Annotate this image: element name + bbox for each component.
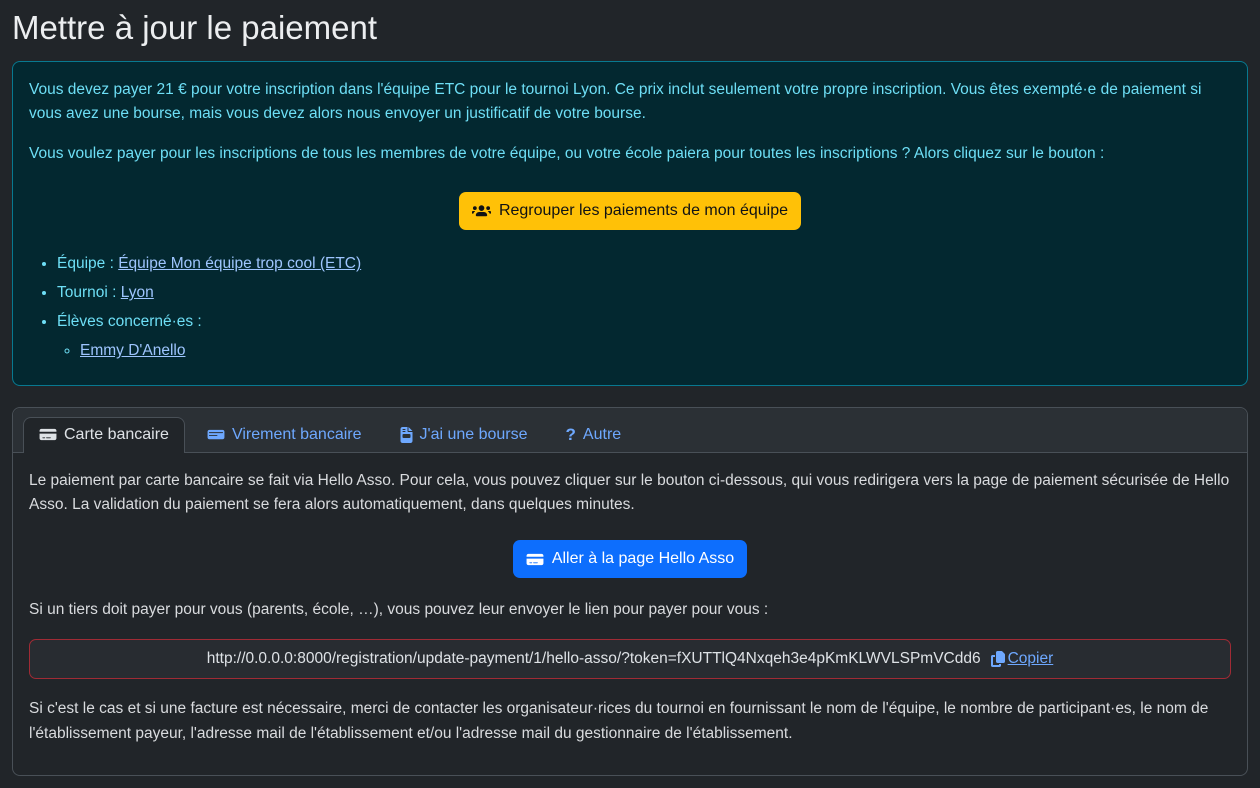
tab-panel-carte-bancaire: Le paiement par carte bancaire se fait v…: [13, 453, 1247, 775]
list-item-tournament: Tournoi : Lyon: [57, 281, 1231, 305]
info-alert: Vous devez payer 21 € pour votre inscrip…: [12, 61, 1248, 386]
money-check-icon: [207, 427, 225, 442]
tab-label: Carte bancaire: [64, 426, 169, 444]
tab-label: Autre: [583, 426, 621, 444]
list-item-students: Élèves concerné·es : Emmy D'Anello: [57, 310, 1231, 363]
team-label: Équipe :: [57, 255, 114, 272]
payment-link-url: http://0.0.0.0:8000/registration/update-…: [207, 650, 981, 668]
question-icon: ?: [566, 426, 576, 443]
tab-label: J'ai une bourse: [420, 426, 528, 444]
payment-methods-card: Carte bancaire Virement bancaire J'ai un…: [12, 407, 1248, 776]
credit-card-icon: [39, 427, 57, 442]
payment-tabs: Carte bancaire Virement bancaire J'ai un…: [13, 408, 1247, 453]
helloasso-button[interactable]: Aller à la page Hello Asso: [513, 540, 747, 578]
tab-autre[interactable]: ? Autre: [550, 417, 638, 453]
students-sub-list: Emmy D'Anello: [57, 339, 1231, 363]
credit-card-icon: [526, 552, 544, 567]
students-label: Élèves concerné·es :: [57, 313, 202, 330]
page-title: Mettre à jour le paiement: [12, 9, 1248, 47]
tournament-link[interactable]: Lyon: [121, 284, 154, 301]
team-link[interactable]: Équipe Mon équipe trop cool (ETC): [118, 255, 361, 272]
helloasso-paragraph: Le paiement par carte bancaire se fait v…: [29, 469, 1231, 519]
file-invoice-icon: [400, 427, 413, 443]
payment-link-box: http://0.0.0.0:8000/registration/update-…: [29, 639, 1231, 679]
tournament-label: Tournoi :: [57, 284, 116, 301]
tab-carte-bancaire[interactable]: Carte bancaire: [23, 417, 185, 453]
alert-paragraph-price: Vous devez payer 21 € pour votre inscrip…: [29, 78, 1231, 126]
student-link[interactable]: Emmy D'Anello: [80, 342, 185, 359]
student-item: Emmy D'Anello: [80, 339, 1231, 363]
list-item-team: Équipe : Équipe Mon équipe trop cool (ET…: [57, 252, 1231, 276]
copy-link[interactable]: Copier: [991, 650, 1054, 668]
group-payments-button[interactable]: Regrouper les paiements de mon équipe: [459, 192, 801, 230]
alert-paragraph-group: Vous voulez payer pour les inscriptions …: [29, 142, 1231, 166]
tab-bourse[interactable]: J'ai une bourse: [384, 417, 544, 453]
helloasso-button-label: Aller à la page Hello Asso: [552, 548, 734, 570]
tab-virement-bancaire[interactable]: Virement bancaire: [191, 417, 378, 453]
users-icon: [472, 203, 491, 219]
copy-link-label: Copier: [1008, 650, 1054, 668]
copy-icon: [991, 651, 1005, 667]
group-payments-button-label: Regrouper les paiements de mon équipe: [499, 200, 788, 222]
invoice-paragraph: Si c'est le cas et si une facture est né…: [29, 697, 1231, 747]
third-party-paragraph: Si un tiers doit payer pour vous (parent…: [29, 598, 1231, 623]
tab-label: Virement bancaire: [232, 426, 362, 444]
registration-info-list: Équipe : Équipe Mon équipe trop cool (ET…: [29, 252, 1231, 363]
